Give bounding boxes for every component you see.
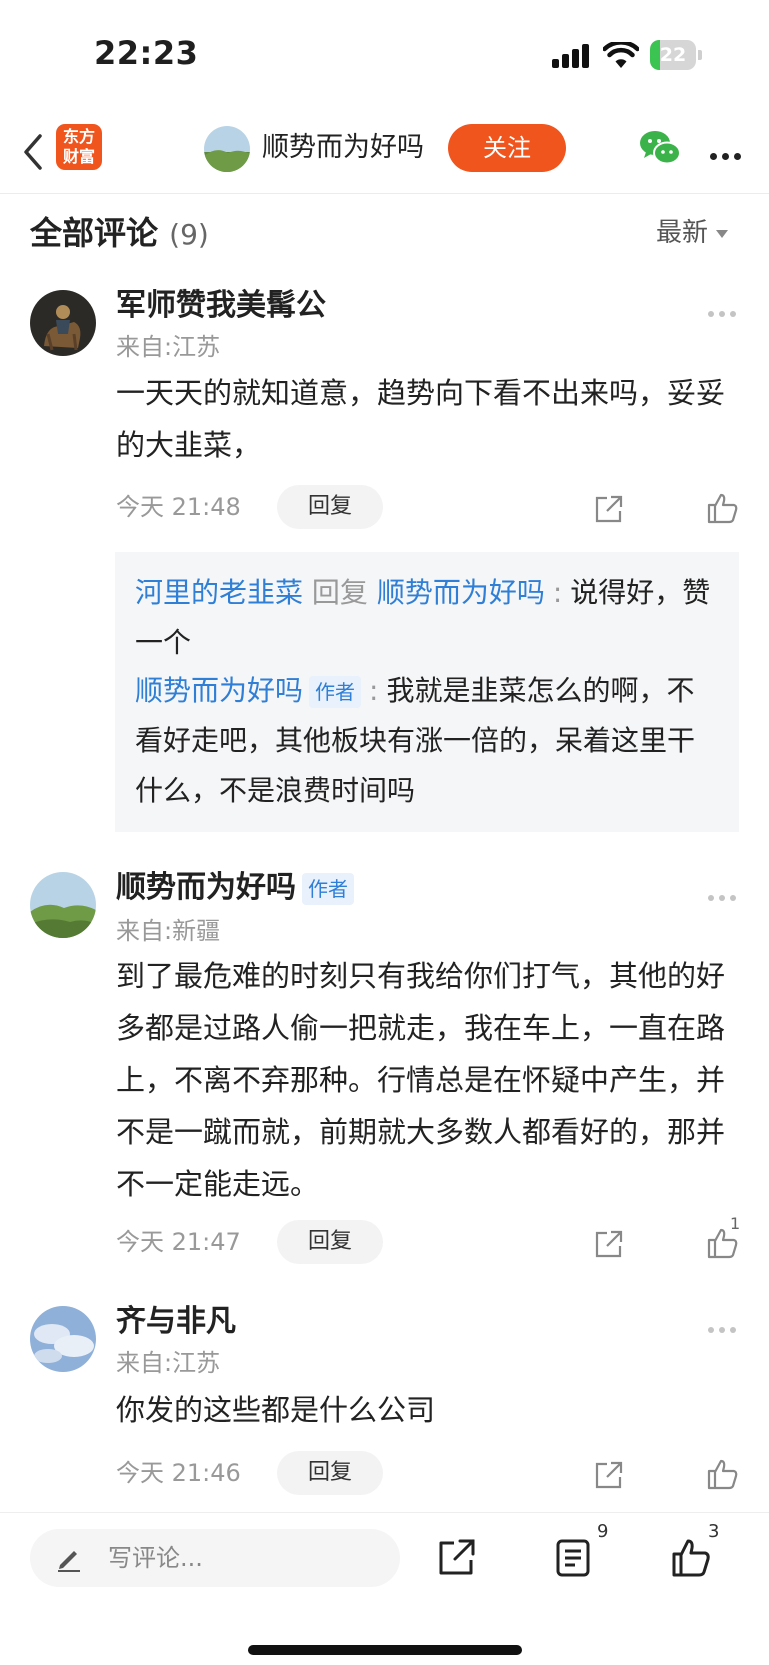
- like-icon[interactable]: [706, 491, 740, 525]
- comment-input[interactable]: 写评论...: [30, 1529, 400, 1587]
- share-icon[interactable]: [592, 492, 626, 526]
- reply-verb: 回复: [311, 576, 368, 609]
- sort-label: 最新: [656, 218, 709, 248]
- follow-button[interactable]: 关注: [448, 124, 566, 172]
- battery-level: 22: [659, 44, 687, 66]
- like-icon[interactable]: [670, 1535, 712, 1579]
- share-icon[interactable]: [592, 1227, 626, 1261]
- logo-text-top: 东方: [62, 127, 95, 146]
- battery-icon: 22: [650, 40, 702, 70]
- status-time: 22:23: [94, 34, 199, 72]
- likes-count-badge: 3: [708, 1521, 720, 1542]
- comment-time: 今天 21:47: [116, 1228, 241, 1256]
- comment-author[interactable]: 顺势而为好吗 作者: [116, 868, 354, 908]
- pen-icon: [58, 1551, 80, 1572]
- comment-location: 来自:江苏: [116, 1349, 221, 1377]
- more-icon[interactable]: [710, 145, 746, 160]
- more-options-icon[interactable]: [708, 886, 744, 901]
- author-name[interactable]: 顺势而为好吗: [116, 870, 296, 905]
- reply-item[interactable]: 河里的老韭菜 回复 顺势而为好吗: 说得好，赞一个: [135, 568, 715, 668]
- author-badge: 作者: [302, 872, 354, 905]
- bottom-bar: 写评论... 9 3: [0, 1512, 769, 1665]
- comments-count-badge: 9: [597, 1521, 609, 1542]
- reply-button[interactable]: 回复: [277, 1451, 383, 1495]
- reply-thread: 河里的老韭菜 回复 顺势而为好吗: 说得好，赞一个 顺势而为好吗 作者: 我就是韭菜怎…: [115, 552, 739, 832]
- sort-dropdown[interactable]: 最新: [656, 212, 729, 249]
- home-indicator[interactable]: [248, 1645, 522, 1655]
- reply-button[interactable]: 回复: [277, 1220, 383, 1264]
- app-logo[interactable]: 东方 财富: [56, 124, 102, 170]
- comment-count: (9): [169, 218, 209, 251]
- avatar[interactable]: [30, 290, 96, 356]
- reply-author[interactable]: 顺势而为好吗: [135, 674, 303, 707]
- comment-text: 到了最危难的时刻只有我给你们打气，其他的好多都是过路人偷一把就走，我在车上，一直…: [116, 959, 726, 1201]
- share-icon[interactable]: [592, 1458, 626, 1492]
- avatar[interactable]: [30, 1306, 96, 1372]
- reply-colon: :: [552, 576, 563, 609]
- nav-username[interactable]: 顺势而为好吗: [262, 130, 424, 166]
- comment-text: 一天天的就知道意，趋势向下看不出来吗，妥妥的大韭菜，: [116, 376, 726, 462]
- nav-header: 东方 财富 顺势而为好吗 关注: [0, 110, 769, 194]
- comment-author[interactable]: 齐与非凡: [116, 1302, 236, 1342]
- comment-placeholder: 写评论...: [108, 1544, 203, 1572]
- comment-location: 来自:江苏: [116, 333, 221, 361]
- reply-target[interactable]: 顺势而为好吗: [377, 576, 545, 609]
- like-icon[interactable]: [706, 1457, 740, 1491]
- wechat-icon[interactable]: [638, 128, 682, 168]
- reply-button[interactable]: 回复: [277, 485, 383, 529]
- section-title: 全部评论 (9): [30, 208, 209, 254]
- more-options-icon[interactable]: [708, 302, 744, 317]
- nav-avatar[interactable]: [204, 126, 250, 172]
- comments-icon[interactable]: [553, 1535, 595, 1579]
- reply-item[interactable]: 顺势而为好吗 作者: 我就是韭菜怎么的啊，不看好走吧，其他板块有涨一倍的，呆着这里干…: [135, 666, 715, 816]
- signal-icon: [552, 44, 592, 68]
- back-icon[interactable]: [18, 130, 48, 174]
- like-count: 1: [730, 1214, 741, 1233]
- avatar[interactable]: [30, 872, 96, 938]
- author-badge: 作者: [309, 676, 362, 708]
- section-title-text: 全部评论: [30, 214, 159, 252]
- logo-text-bottom: 财富: [62, 147, 95, 166]
- share-icon[interactable]: [436, 1535, 478, 1579]
- comment-time: 今天 21:48: [116, 493, 241, 521]
- comment-author[interactable]: 军师赞我美髯公: [116, 286, 326, 326]
- more-options-icon[interactable]: [708, 1318, 744, 1333]
- reply-colon: :: [369, 674, 379, 707]
- status-bar: 22:23 22: [0, 0, 769, 110]
- comment-location: 来自:新疆: [116, 917, 221, 945]
- caret-down-icon: [716, 229, 729, 238]
- comment-time: 今天 21:46: [116, 1459, 241, 1487]
- comment-text: 你发的这些都是什么公司: [116, 1393, 436, 1427]
- wifi-icon: [603, 42, 639, 68]
- reply-author[interactable]: 河里的老韭菜: [135, 576, 303, 609]
